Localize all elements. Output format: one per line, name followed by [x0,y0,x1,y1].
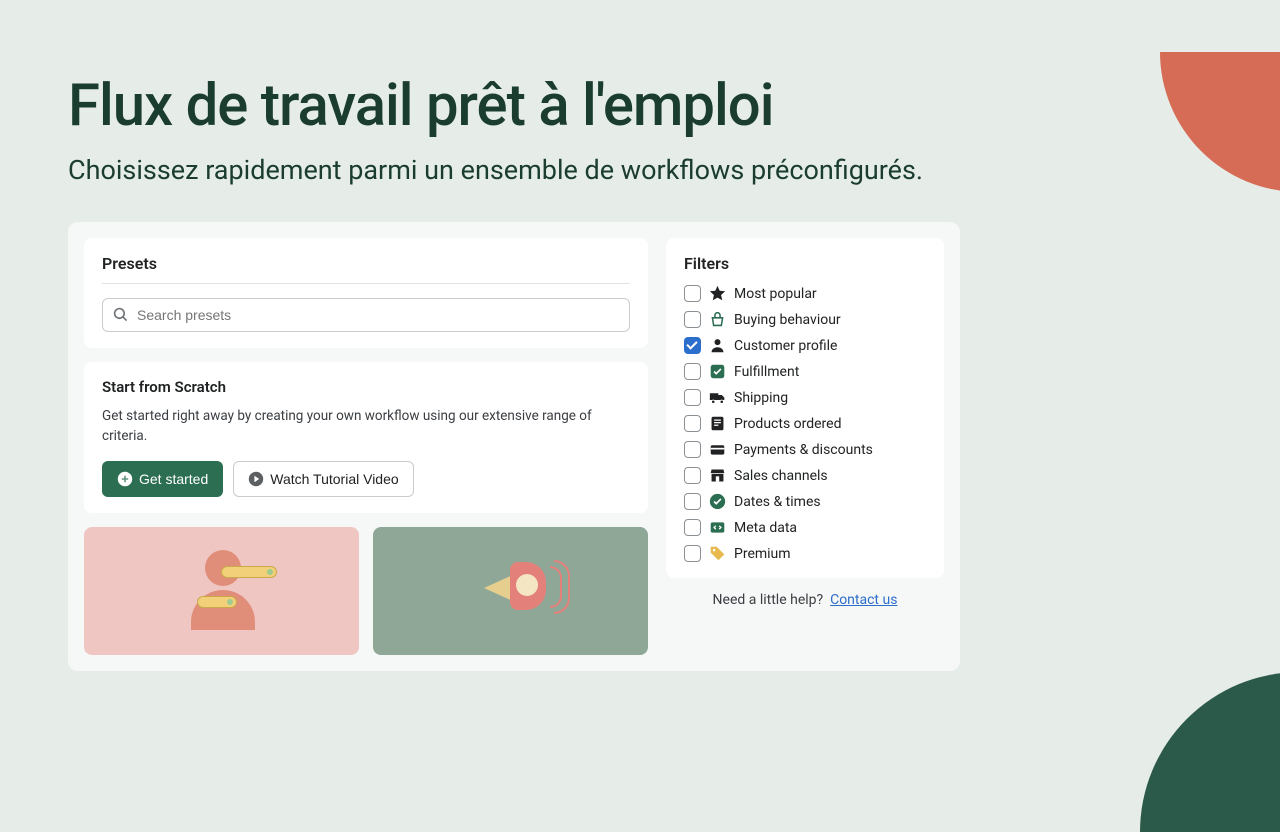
help-row: Need a little help? Contact us [666,592,944,608]
filter-item-fulfillment[interactable]: Fulfillment [684,363,926,380]
megaphone-3d-icon [466,546,556,636]
scratch-description: Get started right away by creating your … [102,406,630,447]
filter-label: Sales channels [734,468,828,484]
get-started-label: Get started [139,471,208,487]
filter-label: Payments & discounts [734,442,873,458]
filter-checkbox[interactable] [684,285,701,302]
filter-item-premium[interactable]: Premium [684,545,926,562]
code-icon [709,519,726,536]
play-circle-icon [248,471,264,487]
filter-checkbox[interactable] [684,545,701,562]
tag-gold-icon [709,545,726,562]
filter-item-meta-data[interactable]: Meta data [684,519,926,536]
presets-card: Presets [84,238,648,348]
presets-title: Presets [102,254,630,284]
filters-title: Filters [684,254,926,273]
watch-video-label: Watch Tutorial Video [270,471,398,487]
filter-item-dates-times[interactable]: Dates & times [684,493,926,510]
filter-item-customer-profile[interactable]: Customer profile [684,337,926,354]
search-input[interactable] [137,307,619,323]
filter-label: Fulfillment [734,364,799,380]
checkbox-square-icon [709,363,726,380]
decorative-blob-bottom [1140,672,1280,832]
scratch-title: Start from Scratch [102,378,630,396]
filter-label: Premium [734,546,791,562]
filter-label: Dates & times [734,494,821,510]
clock-check-icon [709,493,726,510]
filter-item-sales-channels[interactable]: Sales channels [684,467,926,484]
help-text: Need a little help? [713,592,824,608]
filter-item-products-ordered[interactable]: Products ordered [684,415,926,432]
scratch-card: Start from Scratch Get started right awa… [84,362,648,513]
get-started-button[interactable]: Get started [102,461,223,497]
filter-label: Customer profile [734,338,837,354]
search-icon [113,307,129,323]
filter-checkbox[interactable] [684,467,701,484]
receipt-icon [709,415,726,432]
storefront-icon [709,467,726,484]
search-input-wrap[interactable] [102,298,630,332]
filter-label: Buying behaviour [734,312,841,328]
preset-tile-megaphone[interactable] [373,527,648,655]
filter-checkbox[interactable] [684,389,701,406]
filter-label: Meta data [734,520,797,536]
preset-tile-customer[interactable] [84,527,359,655]
filter-item-buying-behaviour[interactable]: Buying behaviour [684,311,926,328]
plus-circle-icon [117,471,133,487]
star-icon [709,285,726,302]
content-panel: Presets Start from Scratch Get started r… [68,222,960,671]
card-icon [709,441,726,458]
page-subtitle: Choisissez rapidement parmi un ensemble … [68,154,1280,186]
filter-label: Shipping [734,390,788,406]
filter-item-most-popular[interactable]: Most popular [684,285,926,302]
filter-label: Products ordered [734,416,842,432]
watch-video-button[interactable]: Watch Tutorial Video [233,461,413,497]
truck-icon [709,389,726,406]
contact-us-link[interactable]: Contact us [830,592,897,608]
filter-label: Most popular [734,286,817,302]
filters-card: Filters Most popular Buying behaviour Cust… [666,238,944,578]
filter-checkbox[interactable] [684,493,701,510]
filter-checkbox[interactable] [684,311,701,328]
basket-icon [709,311,726,328]
filter-checkbox[interactable] [684,415,701,432]
filter-item-payments-discounts[interactable]: Payments & discounts [684,441,926,458]
filter-checkbox[interactable] [684,363,701,380]
filter-checkbox[interactable] [684,441,701,458]
avatar-3d-icon [177,546,267,636]
filter-checkbox[interactable] [684,519,701,536]
person-icon [709,337,726,354]
filter-item-shipping[interactable]: Shipping [684,389,926,406]
page-title: Flux de travail prêt à l'emploi [68,72,1280,140]
filter-checkbox[interactable] [684,337,701,354]
